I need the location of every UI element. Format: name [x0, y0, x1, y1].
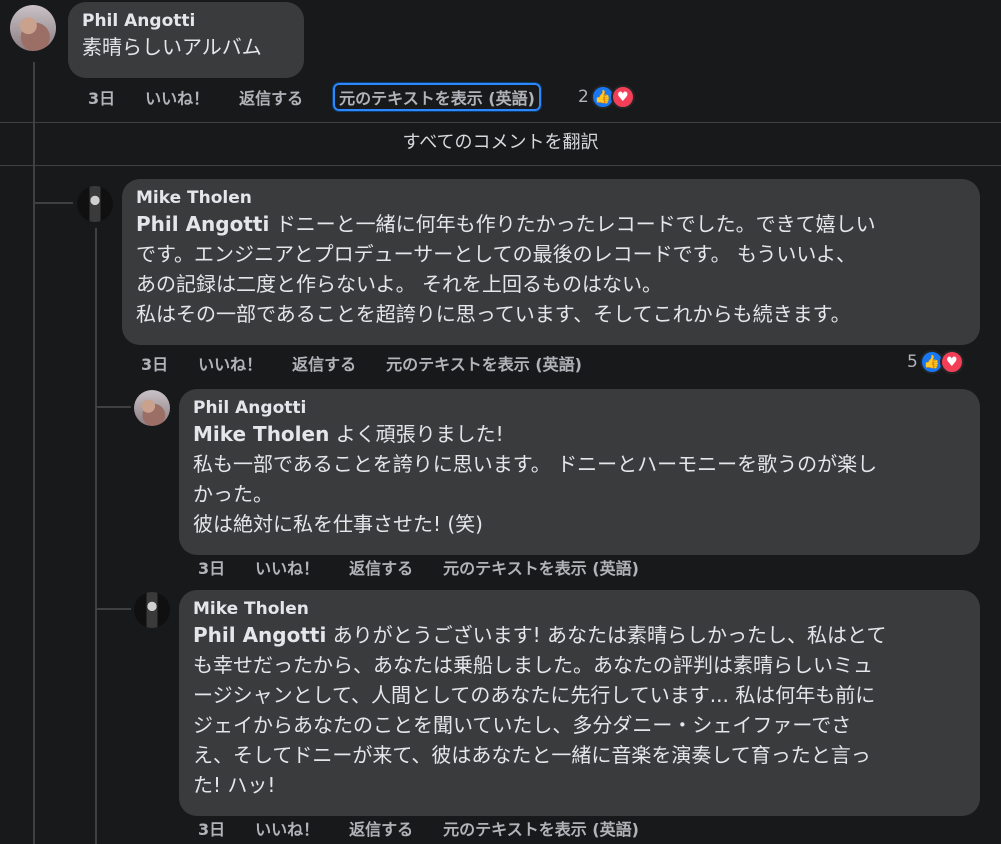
mention-link[interactable]: Phil Angotti: [136, 212, 269, 236]
thread-line-reply: [95, 228, 97, 844]
comment-bubble: Mike Tholen Phil Angotti ドニーと一緒に何年も作りたかっ…: [122, 179, 980, 345]
comment-actions: 3日 いいね！ 返信する 元のテキストを表示 (英語): [198, 817, 639, 839]
like-button[interactable]: いいね！: [198, 351, 262, 375]
see-original-button[interactable]: 元のテキストを表示 (英語): [443, 816, 639, 840]
avatar[interactable]: [10, 5, 56, 51]
comment-author[interactable]: Phil Angotti: [193, 397, 966, 419]
comment-actions: 3日 いいね！ 返信する 元のテキストを表示 (英語): [141, 352, 582, 374]
translate-all-button[interactable]: すべてのコメントを翻訳: [0, 122, 1001, 166]
comment-bubble: Phil Angotti Mike Tholen よく頑張りました! 私も一部で…: [179, 389, 980, 555]
comment-actions: 3日 いいね！ 返信する 元のテキストを表示 (英語): [198, 556, 639, 578]
see-original-button[interactable]: 元のテキストを表示 (英語): [443, 555, 639, 579]
see-original-button[interactable]: 元のテキストを表示 (英語): [332, 82, 542, 112]
reaction-count: 5: [907, 352, 918, 372]
mention-link[interactable]: Mike Tholen: [193, 422, 329, 446]
heart-reaction-icon: ♥: [939, 350, 964, 374]
reply-button[interactable]: 返信する: [239, 85, 303, 109]
heart-reaction-icon: ♥: [610, 85, 635, 109]
like-button[interactable]: いいね！: [145, 85, 209, 109]
reaction-summary[interactable]: 5 👍 ♥: [907, 350, 964, 374]
reaction-count: 2: [578, 87, 589, 107]
comment-text: Phil Angotti ありがとうございます! あなたは素晴らしかったし、私は…: [193, 623, 887, 797]
thread-connector: [33, 180, 35, 202]
thread-connector-curve: [33, 202, 73, 204]
comment-author[interactable]: Mike Tholen: [136, 187, 966, 209]
reply-button[interactable]: 返信する: [349, 555, 413, 579]
reply-button[interactable]: 返信する: [292, 351, 356, 375]
avatar[interactable]: [134, 390, 170, 426]
avatar[interactable]: [134, 592, 170, 628]
see-original-button[interactable]: 元のテキストを表示 (英語): [386, 351, 582, 375]
like-button[interactable]: いいね！: [255, 555, 319, 579]
reaction-summary[interactable]: 2 👍 ♥: [578, 85, 635, 109]
comment-time[interactable]: 3日: [198, 816, 225, 840]
comment-text: 素晴らしいアルバム: [82, 35, 262, 59]
comment-time[interactable]: 3日: [88, 85, 115, 109]
comment-text: Mike Tholen よく頑張りました! 私も一部であることを誇りに思います。…: [193, 422, 878, 536]
mention-link[interactable]: Phil Angotti: [193, 623, 326, 647]
thread-connector-reply-2: [95, 608, 131, 610]
comment-author[interactable]: Phil Angotti: [82, 10, 290, 32]
thread-connector-reply-1: [95, 406, 131, 408]
like-button[interactable]: いいね！: [255, 816, 319, 840]
comment-bubble: Phil Angotti 素晴らしいアルバム: [68, 2, 304, 78]
comment-bubble: Mike Tholen Phil Angotti ありがとうございます! あなた…: [179, 590, 980, 816]
avatar[interactable]: [77, 186, 113, 222]
reply-button[interactable]: 返信する: [349, 816, 413, 840]
comment-text: Phil Angotti ドニーと一緒に何年も作りたかったレコードでした。できて…: [136, 212, 876, 326]
comment-author[interactable]: Mike Tholen: [193, 598, 966, 620]
comment-time[interactable]: 3日: [141, 351, 168, 375]
comment-actions: 3日 いいね！ 返信する 元のテキストを表示 (英語): [88, 82, 542, 112]
comment-time[interactable]: 3日: [198, 555, 225, 579]
